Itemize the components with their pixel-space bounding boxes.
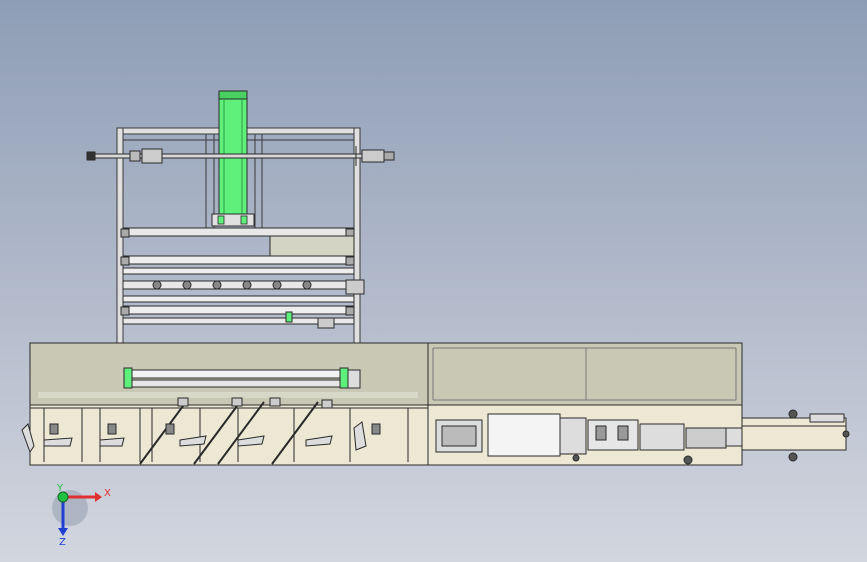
roller-stack: [120, 227, 365, 354]
lower-folding-section: [21, 397, 429, 466]
machine-assembly-drawing: [21, 90, 850, 536]
right-drive-section: [427, 404, 743, 466]
axis-triad: [52, 490, 102, 536]
outfeed-conveyor: [741, 409, 850, 462]
cad-viewport[interactable]: X Y Z: [0, 0, 867, 562]
x-axis-label: X: [104, 488, 111, 499]
y-axis-label: Y: [57, 483, 64, 494]
z-axis-label: Z: [59, 537, 66, 548]
main-body: [29, 342, 743, 406]
